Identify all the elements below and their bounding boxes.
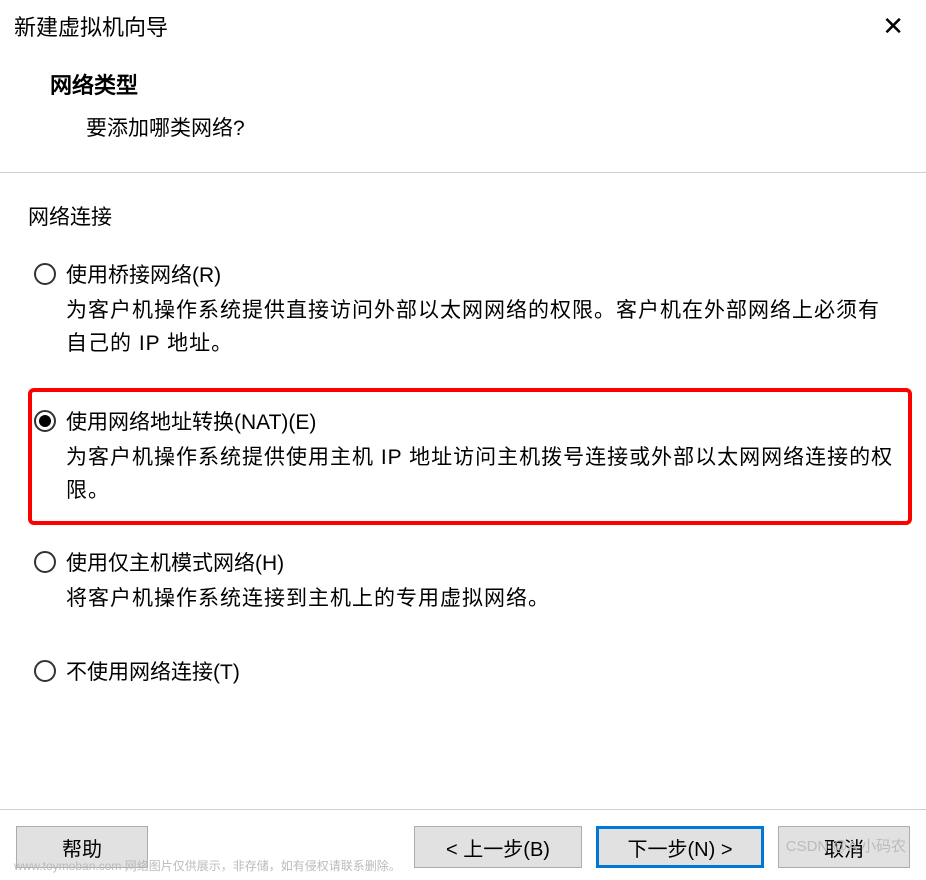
back-button[interactable]: < 上一步(B) — [414, 826, 582, 868]
radio-option-bridged: 使用桥接网络(R) 为客户机操作系统提供直接访问外部以太网网络的权限。客户机在外… — [28, 259, 912, 360]
next-button[interactable]: 下一步(N) > — [596, 826, 764, 868]
radio-description: 为客户机操作系统提供使用主机 IP 地址访问主机拨号连接或外部以太网网络连接的权… — [66, 442, 896, 507]
radio-label: 使用网络地址转换(NAT)(E) — [66, 406, 316, 436]
radio-label: 使用桥接网络(R) — [66, 259, 221, 289]
fieldset-legend: 网络连接 — [28, 201, 912, 231]
radio-icon[interactable] — [34, 660, 56, 682]
radio-icon[interactable] — [34, 410, 56, 432]
radio-icon[interactable] — [34, 551, 56, 573]
close-icon[interactable]: ✕ — [874, 11, 912, 42]
radio-option-none: 不使用网络连接(T) — [28, 656, 912, 686]
radio-description: 为客户机操作系统提供直接访问外部以太网网络的权限。客户机在外部网络上必须有自己的… — [66, 295, 900, 360]
content-area: 网络连接 使用桥接网络(R) 为客户机操作系统提供直接访问外部以太网网络的权限。… — [0, 173, 926, 686]
cancel-button[interactable]: 取消 — [778, 826, 910, 868]
radio-row[interactable]: 不使用网络连接(T) — [34, 656, 900, 686]
radio-icon[interactable] — [34, 263, 56, 285]
titlebar: 新建虚拟机向导 ✕ — [0, 0, 926, 50]
radio-row[interactable]: 使用桥接网络(R) — [34, 259, 900, 289]
watermark-text: www.toymoban.com 网络图片仅供展示，非存储，如有侵权请联系删除。 — [14, 857, 401, 874]
network-connection-fieldset: 网络连接 使用桥接网络(R) 为客户机操作系统提供直接访问外部以太网网络的权限。… — [28, 201, 912, 686]
window-title: 新建虚拟机向导 — [14, 10, 168, 42]
radio-label: 不使用网络连接(T) — [66, 656, 240, 686]
page-title: 网络类型 — [50, 68, 912, 100]
radio-row[interactable]: 使用网络地址转换(NAT)(E) — [34, 406, 896, 436]
radio-description: 将客户机操作系统连接到主机上的专用虚拟网络。 — [66, 583, 900, 616]
page-subtitle: 要添加哪类网络? — [86, 112, 912, 142]
radio-row[interactable]: 使用仅主机模式网络(H) — [34, 547, 900, 577]
wizard-header: 网络类型 要添加哪类网络? — [0, 50, 926, 172]
radio-option-hostonly: 使用仅主机模式网络(H) 将客户机操作系统连接到主机上的专用虚拟网络。 — [28, 547, 912, 616]
radio-label: 使用仅主机模式网络(H) — [66, 547, 284, 577]
radio-option-nat: 使用网络地址转换(NAT)(E) 为客户机操作系统提供使用主机 IP 地址访问主… — [28, 388, 912, 525]
